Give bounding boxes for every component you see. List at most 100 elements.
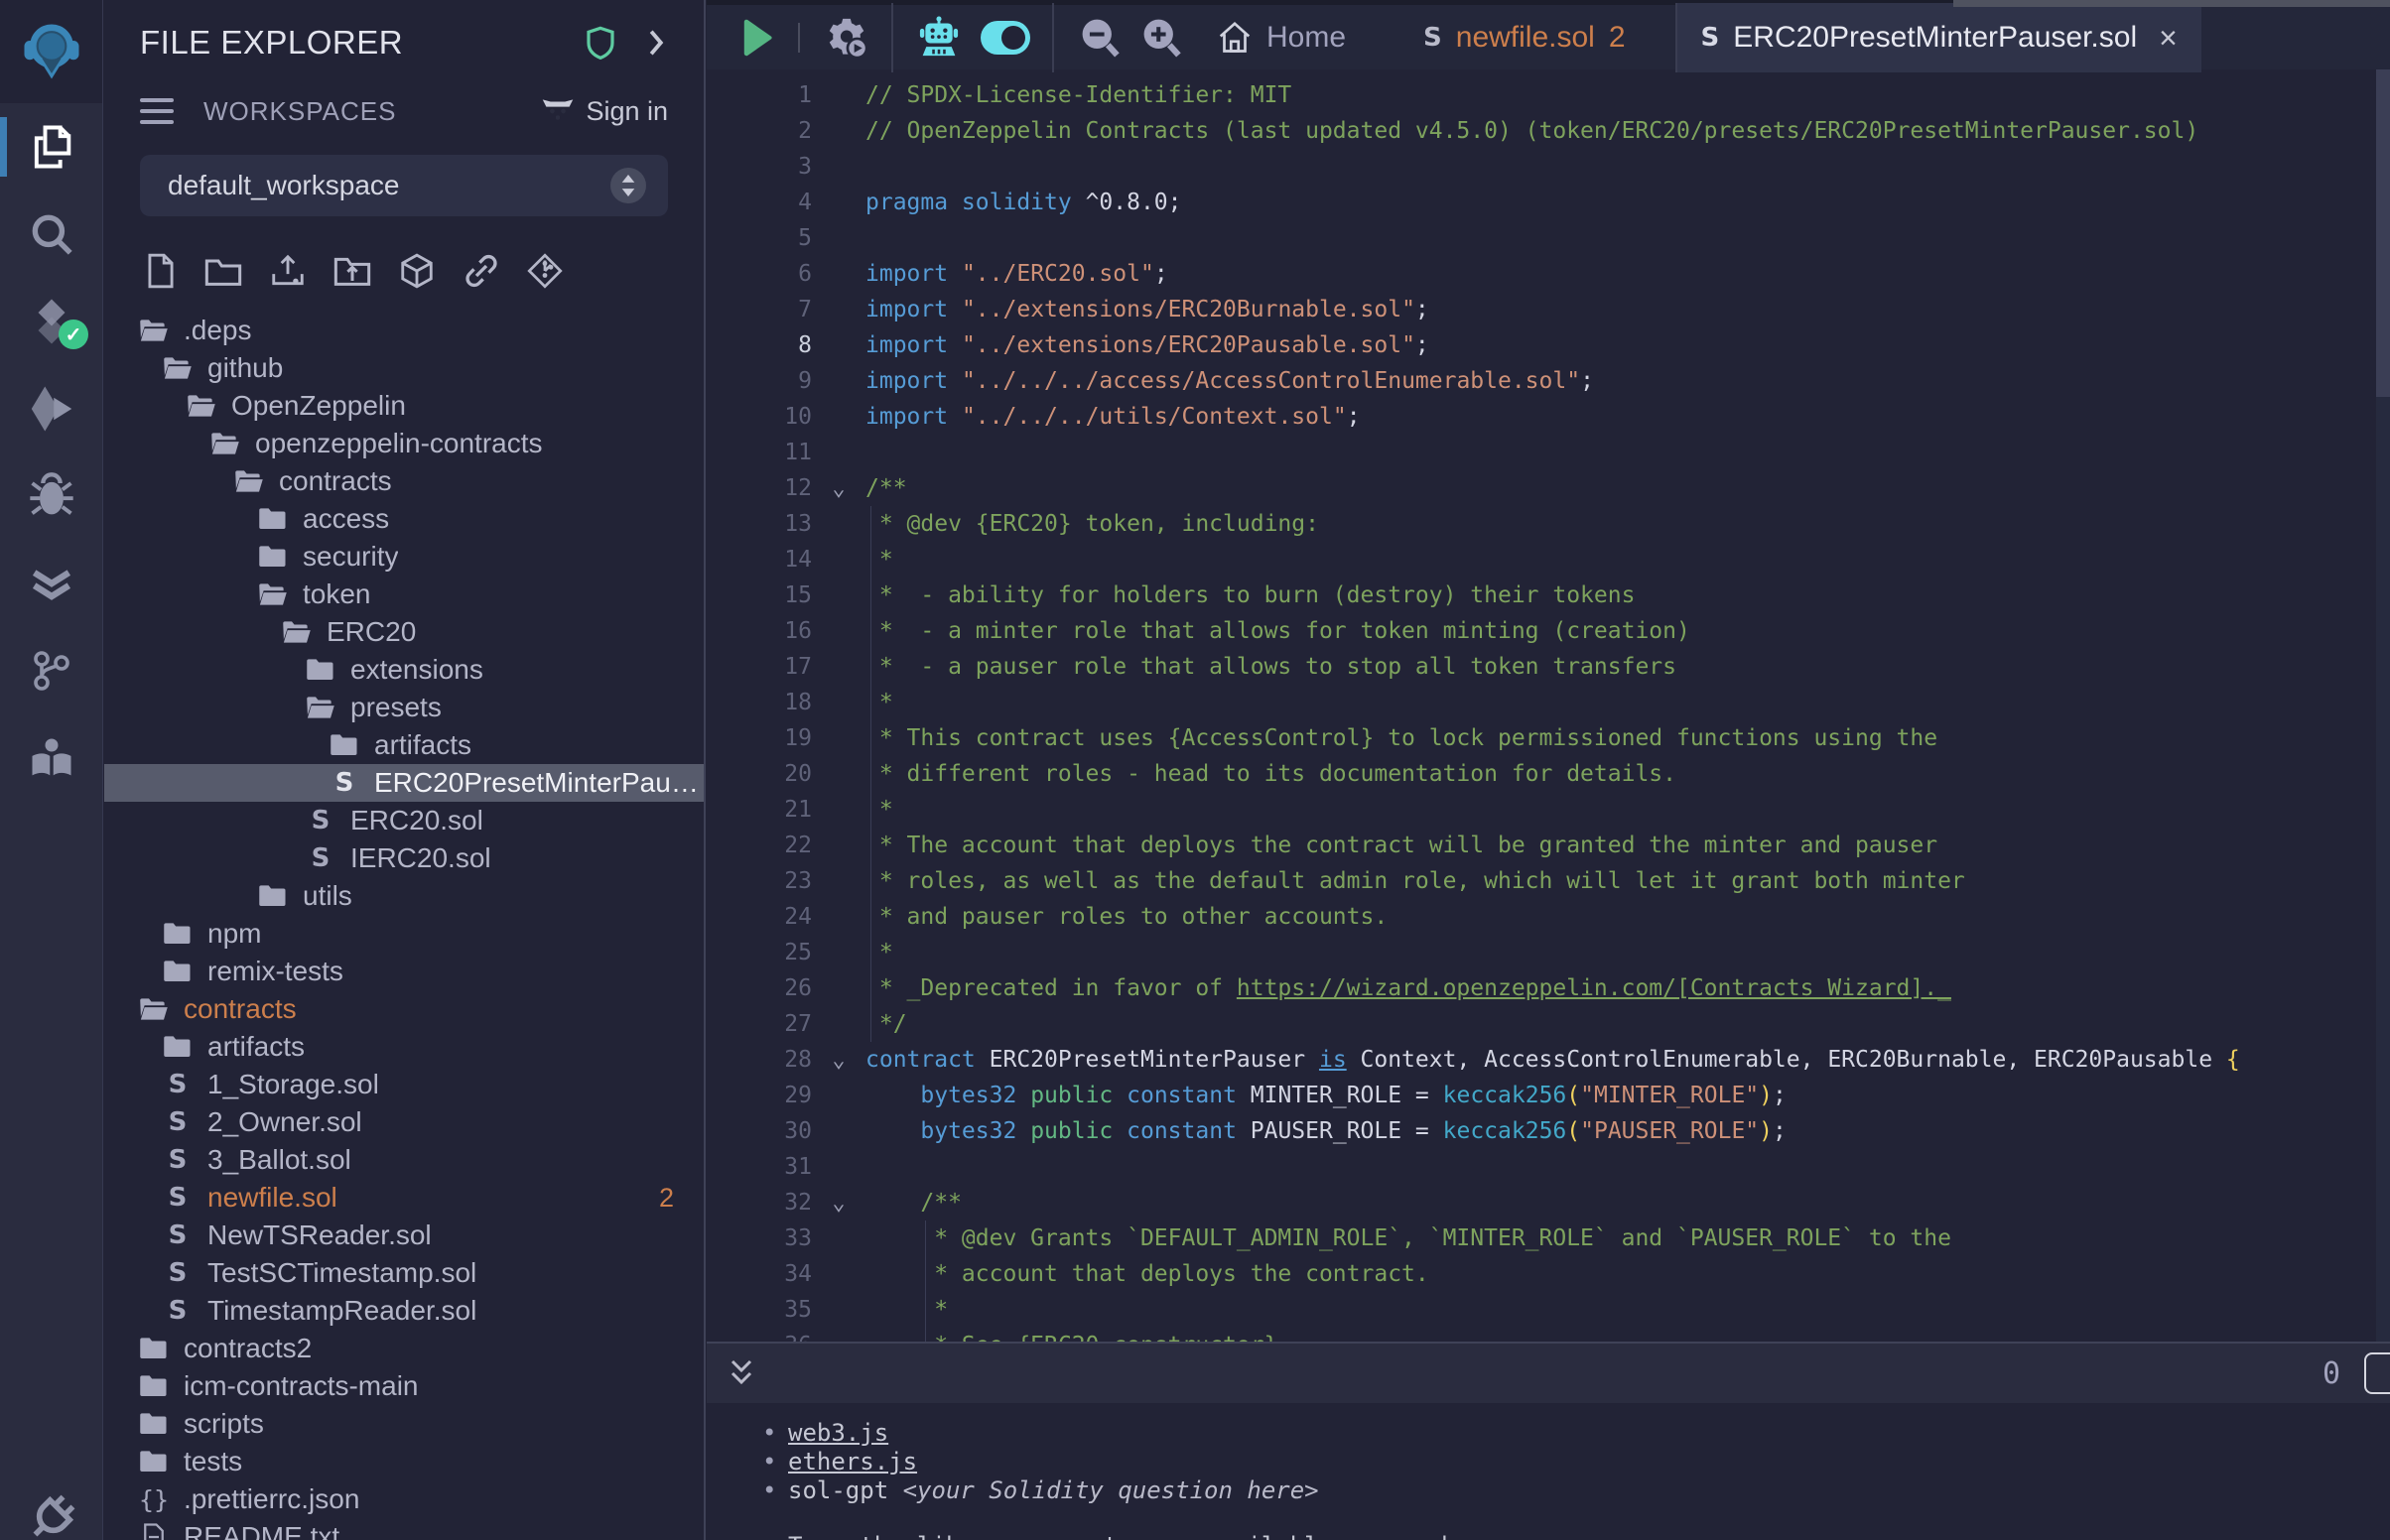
fold-chevron-icon[interactable]: ⌄ [812, 1186, 865, 1221]
tree-row[interactable]: artifacts [104, 1028, 704, 1066]
code-line[interactable]: 33 * @dev Grants `DEFAULT_ADMIN_ROLE`, `… [707, 1220, 2376, 1256]
terminal-line[interactable]: •web3.js [762, 1419, 2390, 1448]
code-line[interactable]: 9import "../../../access/AccessControlEn… [707, 363, 2376, 399]
code-line[interactable]: 23 * roles, as well as the default admin… [707, 863, 2376, 899]
terminal-line[interactable]: •ethers.js [762, 1448, 2390, 1476]
code-line[interactable]: 21 * [707, 792, 2376, 828]
tree-row[interactable]: SERC20.sol [104, 802, 704, 839]
sidebar-item-debugger[interactable] [0, 452, 102, 540]
scrollbar-thumb[interactable] [2376, 69, 2390, 397]
tree-row[interactable]: {}.prettierrc.json [104, 1480, 704, 1518]
workspaces-menu-icon[interactable] [140, 98, 174, 124]
tab-newfile[interactable]: S newfile.sol 2 [1399, 3, 1650, 72]
tree-row[interactable]: SIERC20.sol [104, 839, 704, 877]
github-sign-in-button[interactable]: Sign in [540, 95, 668, 127]
run-config-button[interactable] [824, 15, 869, 61]
library-link[interactable]: web3.js [788, 1419, 888, 1447]
tree-row[interactable]: .deps [104, 312, 704, 349]
new-file-icon[interactable] [144, 252, 178, 290]
close-tab-icon[interactable]: × [2159, 22, 2178, 54]
ai-copilot-toggle[interactable] [981, 21, 1030, 55]
zoom-out-button[interactable] [1078, 16, 1122, 60]
tree-row[interactable]: artifacts [104, 726, 704, 764]
code-line[interactable]: 17 * - a pauser role that allows to stop… [707, 649, 2376, 685]
code-line[interactable]: 6import "../ERC20.sol"; [707, 256, 2376, 292]
fold-chevron-icon[interactable]: ⌄ [812, 471, 865, 507]
tree-row[interactable]: Snewfile.sol2 [104, 1179, 704, 1217]
code-line[interactable]: 22 * The account that deploys the contra… [707, 828, 2376, 863]
tab-home[interactable]: Home [1193, 3, 1370, 72]
tree-row[interactable]: tests [104, 1443, 704, 1480]
code-line[interactable]: 20 * different roles - head to its docum… [707, 756, 2376, 792]
tree-row[interactable]: README.txt [104, 1518, 704, 1540]
code-line[interactable]: 26 * _Deprecated in favor of https://wiz… [707, 970, 2376, 1006]
code-line[interactable]: 31 [707, 1149, 2376, 1185]
code-editor[interactable]: 1// SPDX-License-Identifier: MIT2// Open… [707, 69, 2376, 1342]
sidebar-item-solidity-compiler[interactable]: ✓ [0, 278, 102, 365]
fold-chevron-icon[interactable]: ⌄ [812, 1043, 865, 1079]
chevron-right-icon[interactable] [644, 27, 668, 59]
tree-row[interactable]: extensions [104, 651, 704, 689]
tree-row[interactable]: contracts2 [104, 1330, 704, 1367]
clone-git-icon[interactable] [527, 253, 563, 289]
tree-row[interactable]: remix-tests [104, 953, 704, 990]
tree-row[interactable]: presets [104, 689, 704, 726]
tab-erc20-preset-minter-pauser[interactable]: S ERC20PresetMinterPauser.sol × [1677, 3, 2201, 72]
code-line[interactable]: 2// OpenZeppelin Contracts (last updated… [707, 113, 2376, 149]
tree-row[interactable]: SNewTSReader.sol [104, 1217, 704, 1254]
tree-row[interactable]: contracts [104, 990, 704, 1028]
sidebar-item-git[interactable] [0, 627, 102, 714]
code-line[interactable]: 3 [707, 149, 2376, 185]
sidebar-item-search[interactable] [0, 191, 102, 278]
tree-row[interactable]: S1_Storage.sol [104, 1066, 704, 1103]
code-line[interactable]: 32⌄ /** [707, 1185, 2376, 1220]
tree-row[interactable]: S3_Ballot.sol [104, 1141, 704, 1179]
tree-row[interactable]: SERC20PresetMinterPauser... [104, 764, 704, 802]
code-line[interactable]: 36 * See {ERC20-constructor}. [707, 1328, 2376, 1342]
code-line[interactable]: 30 bytes32 public constant PAUSER_ROLE =… [707, 1113, 2376, 1149]
link-remixd-icon[interactable] [462, 254, 501, 288]
new-folder-icon[interactable] [203, 253, 243, 289]
tree-row[interactable]: token [104, 576, 704, 613]
code-line[interactable]: 10import "../../../utils/Context.sol"; [707, 399, 2376, 435]
code-line[interactable]: 12⌄/** [707, 470, 2376, 506]
tree-row[interactable]: scripts [104, 1405, 704, 1443]
tree-row[interactable]: github [104, 349, 704, 387]
tree-row[interactable]: access [104, 500, 704, 538]
tree-row[interactable]: openzeppelin-contracts [104, 425, 704, 462]
sidebar-item-learneth[interactable] [0, 714, 102, 802]
upload-file-icon[interactable] [269, 252, 307, 290]
sidebar-item-file-explorer[interactable] [0, 103, 102, 191]
library-link[interactable]: ethers.js [788, 1448, 917, 1476]
code-line[interactable]: 13 * @dev {ERC20} token, including: [707, 506, 2376, 542]
code-line[interactable]: 5 [707, 220, 2376, 256]
code-line[interactable]: 1// SPDX-License-Identifier: MIT [707, 77, 2376, 113]
zoom-in-button[interactable] [1139, 16, 1183, 60]
tree-row[interactable]: STimestampReader.sol [104, 1292, 704, 1330]
code-line[interactable]: 35 * [707, 1292, 2376, 1328]
tree-row[interactable]: OpenZeppelin [104, 387, 704, 425]
code-line[interactable]: 24 * and pauser roles to other accounts. [707, 899, 2376, 935]
ipfs-box-icon[interactable] [398, 252, 436, 290]
sidebar-item-plugin-manager[interactable] [0, 1490, 103, 1540]
tree-row[interactable]: npm [104, 915, 704, 953]
tree-row[interactable]: ERC20 [104, 613, 704, 651]
code-line[interactable]: 27 */ [707, 1006, 2376, 1042]
sidebar-item-deploy-and-run[interactable] [0, 365, 102, 452]
terminal-expand-icon[interactable] [727, 1355, 756, 1391]
code-line[interactable]: 15 * - ability for holders to burn (dest… [707, 578, 2376, 613]
code-line[interactable]: 34 * account that deploys the contract. [707, 1256, 2376, 1292]
sidebar-item-unit-testing[interactable] [0, 540, 102, 627]
tree-row[interactable]: S2_Owner.sol [104, 1103, 704, 1141]
code-line[interactable]: 14 * [707, 542, 2376, 578]
code-line[interactable]: 28⌄contract ERC20PresetMinterPauser is C… [707, 1042, 2376, 1078]
code-line[interactable]: 16 * - a minter role that allows for tok… [707, 613, 2376, 649]
tree-row[interactable]: icm-contracts-main [104, 1367, 704, 1405]
shield-icon[interactable] [585, 25, 616, 61]
code-line[interactable]: 4pragma solidity ^0.8.0; [707, 185, 2376, 220]
terminal-search-input[interactable] [2364, 1352, 2390, 1394]
editor-scrollbar[interactable] [2376, 69, 2390, 1342]
remix-logo[interactable] [0, 0, 102, 103]
code-line[interactable]: 8import "../extensions/ERC20Pausable.sol… [707, 327, 2376, 363]
code-line[interactable]: 18 * [707, 685, 2376, 720]
